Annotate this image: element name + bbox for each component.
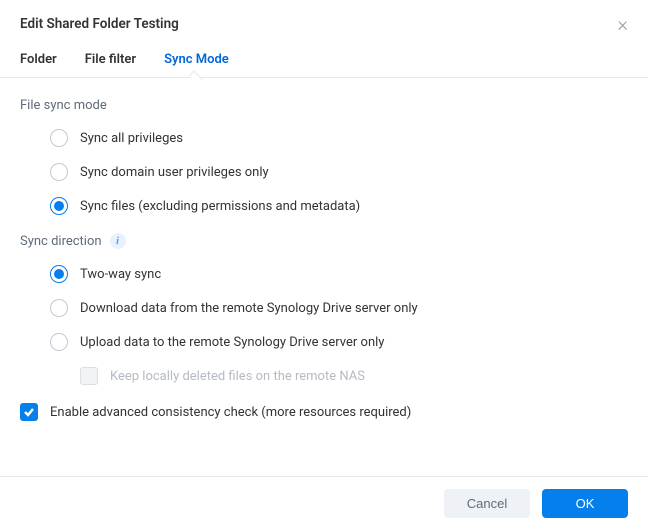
radio-upload-only[interactable]: Upload data to the remote Synology Drive… [50,333,628,351]
option-label: Enable advanced consistency check (more … [50,405,411,420]
radio-icon [50,333,68,351]
dialog-footer: Cancel OK [0,476,648,530]
sync-direction-label: Sync direction i [20,233,628,249]
file-sync-mode-label: File sync mode [20,98,628,113]
checkbox-keep-deleted: Keep locally deleted files on the remote… [50,367,628,385]
close-icon[interactable]: × [618,14,628,34]
radio-icon [50,265,68,283]
info-icon[interactable]: i [110,233,126,249]
radio-sync-domain-user[interactable]: Sync domain user privileges only [50,163,628,181]
radio-sync-files-excluding[interactable]: Sync files (excluding permissions and me… [50,197,628,215]
radio-icon [50,197,68,215]
cancel-button[interactable]: Cancel [444,489,530,518]
sync-direction-label-text: Sync direction [20,234,102,249]
checkbox-icon [20,403,38,421]
option-label: Download data from the remote Synology D… [80,301,418,316]
tab-sync-mode[interactable]: Sync Mode [164,46,229,77]
radio-two-way-sync[interactable]: Two-way sync [50,265,628,283]
option-label: Two-way sync [80,267,161,282]
radio-download-only[interactable]: Download data from the remote Synology D… [50,299,628,317]
option-label: Sync domain user privileges only [80,165,269,180]
tab-folder[interactable]: Folder [20,46,57,77]
option-label: Sync files (excluding permissions and me… [80,199,360,214]
radio-icon [50,129,68,147]
sync-direction-options: Two-way sync Download data from the remo… [20,265,628,385]
tab-file-filter[interactable]: File filter [85,46,136,77]
file-sync-mode-options: Sync all privileges Sync domain user pri… [20,129,628,215]
checkbox-icon [80,367,98,385]
radio-icon [50,299,68,317]
radio-sync-all-privileges[interactable]: Sync all privileges [50,129,628,147]
ok-button[interactable]: OK [542,489,628,518]
option-label: Keep locally deleted files on the remote… [110,369,365,384]
option-label: Sync all privileges [80,131,183,146]
dialog-title: Edit Shared Folder Testing [20,16,179,32]
checkbox-consistency-check[interactable]: Enable advanced consistency check (more … [20,403,628,421]
option-label: Upload data to the remote Synology Drive… [80,335,384,350]
radio-icon [50,163,68,181]
dialog-header: Edit Shared Folder Testing × [0,0,648,46]
tab-bar: Folder File filter Sync Mode [0,46,648,78]
dialog-content: File sync mode Sync all privileges Sync … [0,78,648,476]
